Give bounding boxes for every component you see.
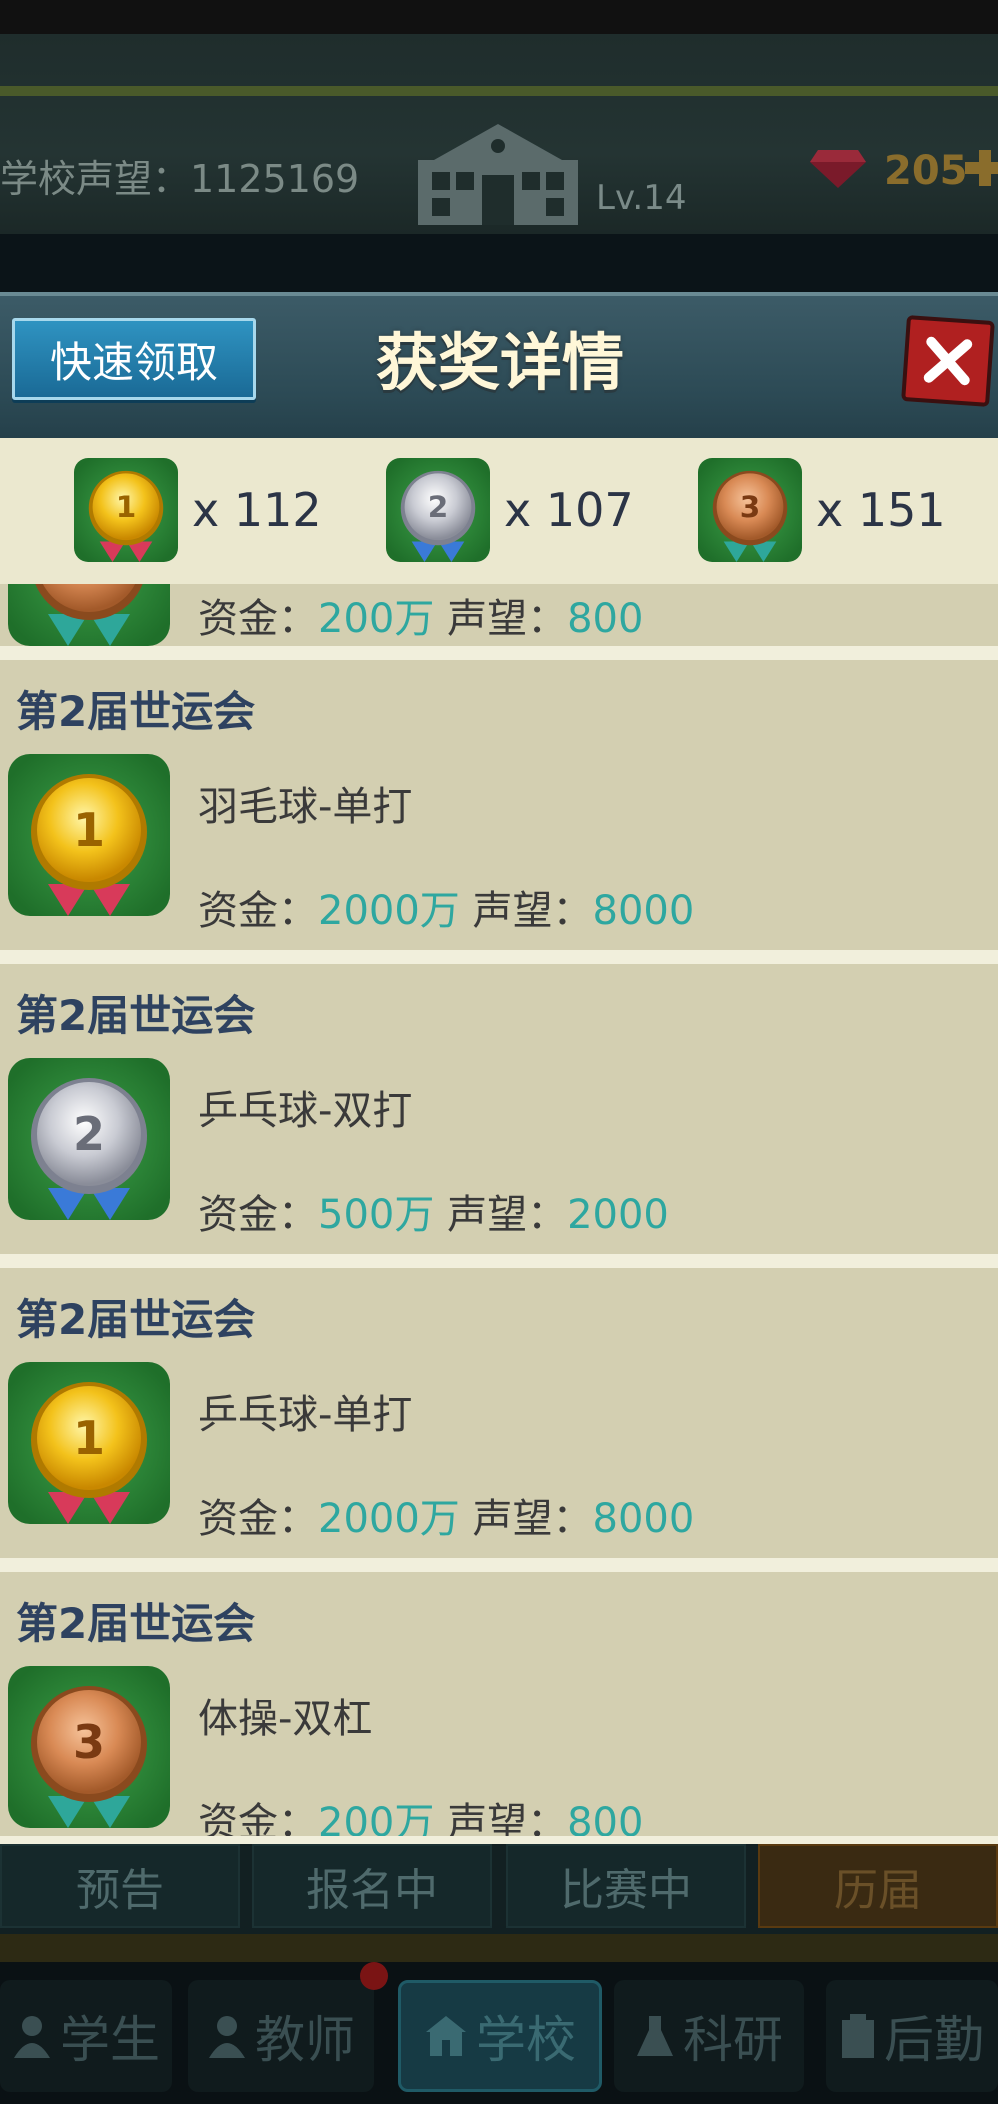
nav-teachers-label: 教师	[255, 2011, 355, 2069]
gem-icon	[810, 150, 866, 188]
svg-text:1: 1	[73, 803, 105, 857]
silver-medal-icon: 2	[386, 458, 490, 562]
student-icon	[14, 2016, 50, 2058]
reward-line: 资金：2000万 声望：8000	[198, 888, 695, 934]
event-name: 第2届世运会	[16, 1295, 256, 1344]
competition-tabs: 预告 报名中 比赛中 历届	[0, 1844, 998, 1934]
nav-school[interactable]: 学校	[398, 1980, 602, 2092]
event-name: 第2届世运会	[16, 1599, 256, 1648]
close-button[interactable]	[901, 315, 995, 407]
sport-name: 乒乓球-双打	[198, 1088, 413, 1134]
svg-text:2: 2	[73, 1107, 105, 1161]
tab-preview[interactable]: 预告	[0, 1844, 240, 1928]
close-icon	[923, 336, 973, 386]
event-name: 第2届世运会	[16, 687, 256, 736]
award-list[interactable]: 资金：200万 声望：800 第2届世运会 1 羽毛球-单打 资金：2000万 …	[0, 584, 998, 1836]
svg-text:3: 3	[73, 1715, 105, 1769]
gold-medal-icon: 1	[74, 458, 178, 562]
silver-summary: 2 x 107	[386, 458, 634, 562]
list-item[interactable]: 第2届世运会 1 乒乓球-单打 资金：2000万 声望：8000	[0, 1268, 998, 1558]
sport-name: 乒乓球-单打	[198, 1392, 413, 1438]
nav-teachers[interactable]: 教师	[188, 1980, 374, 2092]
status-bar	[0, 0, 998, 34]
bronze-summary: 3 x 151	[698, 458, 946, 562]
nav-research-label: 科研	[683, 2011, 783, 2069]
bronze-medal-icon: 3	[698, 458, 802, 562]
nav-research[interactable]: 科研	[614, 1980, 804, 2092]
list-item[interactable]: 第2届世运会 2 乒乓球-双打 资金：500万 声望：2000	[0, 964, 998, 1254]
reward-line: 资金：200万 声望：800	[198, 1800, 644, 1836]
sport-name: 体操-双杠	[198, 1696, 373, 1742]
list-item: 资金：200万 声望：800	[0, 584, 998, 646]
gold-medal-icon: 1	[8, 1362, 170, 1524]
event-name: 第2届世运会	[16, 991, 256, 1040]
medal-summary: 1 x 112 2 x 107 3 x 151	[0, 438, 998, 586]
clipboard-icon	[842, 2014, 874, 2058]
nav-logistics-label: 后勤	[884, 2011, 984, 2069]
bronze-count: x 151	[816, 483, 946, 537]
reward-line: 资金：500万 声望：2000	[198, 1192, 669, 1238]
reward-line: 资金：2000万 声望：8000	[198, 1496, 695, 1542]
bronze-medal-icon	[8, 584, 170, 646]
teacher-icon	[209, 2016, 245, 2058]
svg-text:2: 2	[428, 490, 449, 524]
svg-text:1: 1	[73, 1411, 105, 1465]
quick-claim-button[interactable]: 快速领取	[12, 318, 256, 400]
nav-school-label: 学校	[476, 2011, 576, 2069]
flask-icon	[637, 2016, 673, 2056]
reward-line: 资金：200万 声望：800	[198, 596, 644, 642]
gold-count: x 112	[192, 483, 322, 537]
school-reputation: 学校声望：1125169	[0, 157, 360, 201]
list-item[interactable]: 第2届世运会 3 体操-双杠 资金：200万 声望：800	[0, 1572, 998, 1836]
add-gems-icon[interactable]	[965, 148, 998, 188]
silver-medal-icon: 2	[8, 1058, 170, 1220]
gold-medal-icon: 1	[8, 754, 170, 916]
school-icon	[426, 2016, 466, 2056]
list-item[interactable]: 第2届世运会 1 羽毛球-单打 资金：2000万 声望：8000	[0, 660, 998, 950]
bronze-medal-icon: 3	[8, 1666, 170, 1828]
bottom-nav: 学生 教师 学校 科研 后勤	[0, 1962, 998, 2104]
tab-past[interactable]: 历届	[758, 1844, 998, 1928]
gem-count: 205	[884, 148, 968, 194]
svg-text:1: 1	[116, 490, 137, 524]
modal-title: 获奖详情	[375, 326, 624, 399]
gold-summary: 1 x 112	[74, 458, 322, 562]
svg-text:3: 3	[740, 490, 761, 524]
school-building-icon	[418, 124, 578, 225]
silver-count: x 107	[504, 483, 634, 537]
sport-name: 羽毛球-单打	[198, 784, 413, 830]
list-bottom-edge	[0, 1836, 998, 1844]
nav-students[interactable]: 学生	[0, 1980, 172, 2092]
nav-logistics[interactable]: 后勤	[826, 1980, 998, 2092]
notification-dot	[360, 1962, 388, 1990]
tab-registering[interactable]: 报名中	[252, 1844, 492, 1928]
tab-in-progress[interactable]: 比赛中	[506, 1844, 746, 1928]
school-level: Lv.14	[596, 178, 687, 218]
nav-students-label: 学生	[60, 2011, 160, 2069]
